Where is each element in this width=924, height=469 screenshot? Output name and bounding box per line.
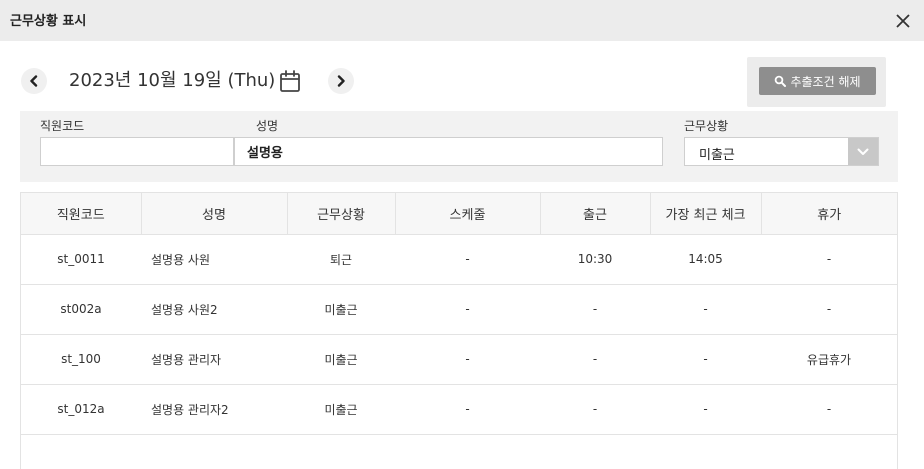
table-row[interactable]: st_0011 설명용 사원 퇴근 - 10:30 14:05 - <box>21 234 897 285</box>
cell-leave: - <box>761 234 897 285</box>
chevron-left-icon <box>30 75 38 87</box>
status-select-value: 미출근 <box>699 148 735 163</box>
cell-schedule: - <box>395 284 540 335</box>
column-header-leave[interactable]: 휴가 <box>761 193 897 235</box>
column-header-employee-code[interactable]: 직원코드 <box>21 193 142 235</box>
name-input[interactable] <box>234 137 663 166</box>
cell-status: 미출근 <box>287 284 395 335</box>
table-row[interactable]: st_100 설명용 관리자 미출근 - - - 유급휴가 <box>21 334 897 385</box>
current-date: 2023년 10월 19일 (Thu) <box>69 70 276 91</box>
cell-leave: 유급휴가 <box>761 334 897 385</box>
column-header-schedule[interactable]: 스케줄 <box>395 193 541 235</box>
cell-leave: - <box>761 384 897 435</box>
cell-name: 설명용 사원2 <box>141 284 287 335</box>
cell-employee-code: st002a <box>21 284 141 335</box>
table-header-row: 직원코드 성명 근무상황 스케줄 출근 가장 최근 체크 휴가 <box>21 193 897 235</box>
cell-schedule: - <box>395 334 540 385</box>
cell-status: 퇴근 <box>287 234 395 285</box>
cell-last-check: 14:05 <box>650 234 761 285</box>
status-label: 근무상황 <box>684 119 729 133</box>
name-label: 성명 <box>256 119 279 133</box>
column-header-name[interactable]: 성명 <box>141 193 288 235</box>
chevron-down-icon <box>857 148 869 155</box>
close-button[interactable] <box>882 0 924 41</box>
cell-status: 미출근 <box>287 384 395 435</box>
cell-last-check: - <box>650 284 761 335</box>
close-icon <box>896 13 910 28</box>
cell-schedule: - <box>395 384 540 435</box>
calendar-button[interactable] <box>278 68 302 94</box>
title-bar: 근무상황 표시 <box>0 0 924 41</box>
table-row[interactable]: st002a 설명용 사원2 미출근 - - - - <box>21 284 897 335</box>
cell-name: 설명용 관리자2 <box>141 384 287 435</box>
prev-date-button[interactable] <box>21 68 47 94</box>
cell-employee-code: st_100 <box>21 334 141 385</box>
search-icon <box>775 75 787 87</box>
cell-clock-in: - <box>540 284 650 335</box>
filter-panel: 직원코드 성명 근무상황 미출근 <box>20 111 898 182</box>
cell-status: 미출근 <box>287 334 395 385</box>
next-date-button[interactable] <box>328 68 354 94</box>
column-header-last-check[interactable]: 가장 최근 체크 <box>650 193 762 235</box>
window-title: 근무상황 표시 <box>10 14 87 29</box>
cell-name: 설명용 관리자 <box>141 334 287 385</box>
cell-leave: - <box>761 284 897 335</box>
cell-clock-in: - <box>540 384 650 435</box>
employee-code-label: 직원코드 <box>40 119 85 133</box>
cell-last-check: - <box>650 334 761 385</box>
cell-clock-in: - <box>540 334 650 385</box>
cell-employee-code: st_0011 <box>21 234 141 285</box>
table-row[interactable]: st_012a 설명용 관리자2 미출근 - - - - <box>21 384 897 435</box>
employee-code-input[interactable] <box>40 137 234 166</box>
cell-clock-in: 10:30 <box>540 234 650 285</box>
reset-filter-button[interactable]: 추출조건 해제 <box>759 67 876 95</box>
reset-button-area: 추출조건 해제 <box>747 57 886 107</box>
cell-name: 설명용 사원 <box>141 234 287 285</box>
cell-employee-code: st_012a <box>21 384 141 435</box>
cell-last-check: - <box>650 384 761 435</box>
attendance-table: 직원코드 성명 근무상황 스케줄 출근 가장 최근 체크 휴가 st_0011 … <box>20 192 898 469</box>
status-select[interactable]: 미출근 <box>684 137 879 166</box>
column-header-status[interactable]: 근무상황 <box>287 193 396 235</box>
chevron-right-icon <box>337 75 345 87</box>
reset-filter-label: 추출조건 해제 <box>790 74 861 89</box>
column-header-clock-in[interactable]: 출근 <box>540 193 651 235</box>
calendar-icon <box>280 70 300 92</box>
status-select-arrow[interactable] <box>848 138 878 165</box>
cell-schedule: - <box>395 234 540 285</box>
